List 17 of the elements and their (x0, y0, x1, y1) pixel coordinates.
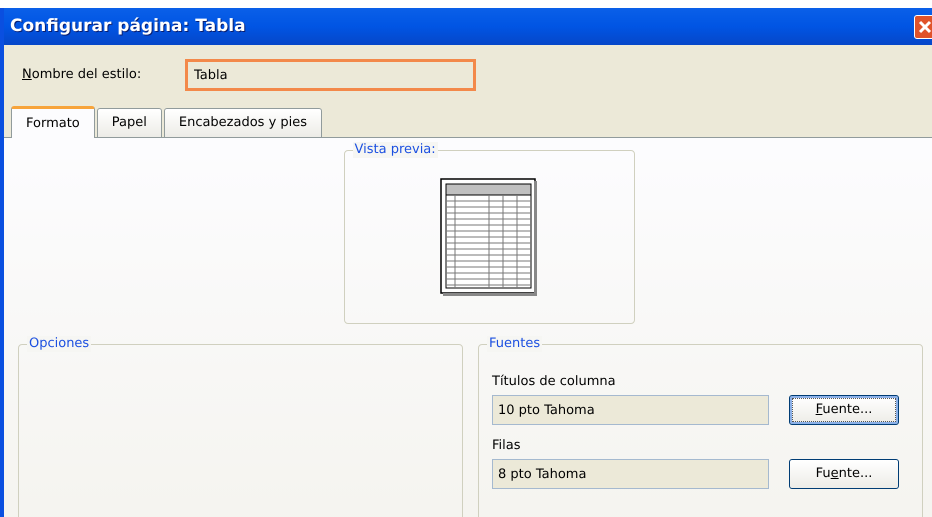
group-title: Opciones (27, 336, 92, 352)
font-button[interactable]: Fuente... (789, 459, 899, 489)
tab[interactable]: Encabezados y pies (164, 108, 322, 137)
close-icon (918, 20, 932, 34)
field-label: Nombre del estilo: (22, 66, 142, 84)
font-field[interactable]: 8 pto Tahoma (492, 459, 769, 489)
close-button[interactable] (914, 14, 932, 38)
tab[interactable]: Formato (11, 106, 95, 138)
group-title: Vista previa: (352, 142, 438, 158)
font-button[interactable]: Fuente... (789, 395, 899, 425)
window-title: Configurar página: Tabla (10, 14, 246, 38)
font-field[interactable]: 10 pto Tahoma (492, 395, 769, 425)
style-name-field[interactable]: Tabla (185, 59, 476, 91)
field-label: Filas (492, 437, 522, 455)
table-preview-icon (440, 178, 538, 296)
field-label: Títulos de columna (492, 373, 617, 391)
tab[interactable]: Papel (96, 108, 162, 137)
